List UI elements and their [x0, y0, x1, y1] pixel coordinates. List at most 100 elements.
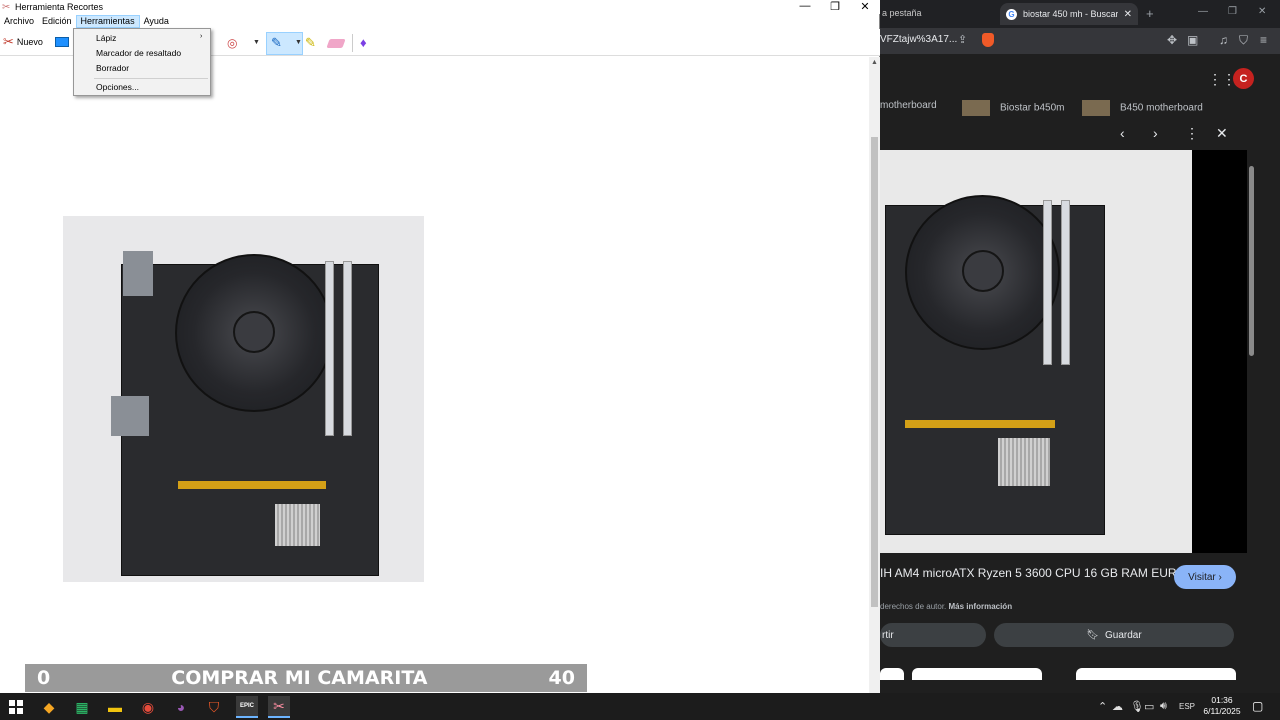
next-image-icon[interactable]: ›	[1153, 125, 1158, 141]
related-card[interactable]	[880, 668, 904, 680]
menu-item-lapiz[interactable]: Lápiz	[96, 33, 116, 43]
chip-label: Biostar b450m	[1000, 102, 1065, 114]
copilot-icon[interactable]: ◆	[38, 696, 60, 718]
save-label: Guardar	[1105, 629, 1142, 641]
menu-icon[interactable]: ≡	[1260, 33, 1267, 47]
browser-tab-previous[interactable]: a pestaña	[882, 8, 922, 18]
scrollbar-thumb[interactable]	[871, 137, 878, 607]
discord-icon[interactable]: ◕	[170, 696, 192, 718]
more-info-link[interactable]: Más información	[949, 602, 1013, 611]
app-icon[interactable]: ◉	[137, 696, 159, 718]
epic-games-icon[interactable]: EPIC	[236, 696, 258, 718]
copyright-notice: derechos de autor. Más información	[880, 602, 1012, 611]
windows-start-icon[interactable]	[9, 700, 23, 714]
menu-divider	[94, 78, 208, 79]
copyright-text: derechos de autor.	[880, 602, 947, 611]
file-explorer-icon[interactable]: ▬	[104, 696, 126, 718]
account-avatar[interactable]: C	[1233, 68, 1254, 89]
related-card[interactable]	[1076, 668, 1236, 680]
visit-button[interactable]: Visitar ›	[1174, 565, 1236, 589]
clock[interactable]: 01:36 6/11/2025	[1200, 695, 1244, 717]
volume-icon[interactable]: 🔊︎	[1160, 700, 1167, 713]
snipping-tool-taskbar-icon[interactable]: ✂	[268, 696, 290, 718]
related-card[interactable]	[912, 668, 1042, 680]
share-button[interactable]: rtir	[880, 623, 986, 647]
network-icon[interactable]: ▭	[1144, 700, 1154, 713]
visit-label: Visitar	[1188, 571, 1216, 583]
scissors-icon: ✂	[2, 2, 11, 13]
microphone-icon[interactable]: 🎙︎	[1130, 700, 1144, 713]
preview-image[interactable]	[880, 150, 1192, 553]
eraser-icon[interactable]	[326, 39, 346, 48]
google-icon: G	[1006, 8, 1017, 20]
previous-image-icon[interactable]: ‹	[1120, 125, 1125, 141]
preview-backdrop	[1192, 150, 1247, 553]
minimize-button[interactable]: —	[790, 0, 820, 14]
chip-thumbnail	[1082, 100, 1110, 116]
banner-left-number: 0	[37, 667, 51, 689]
vertical-scrollbar[interactable]: ▲	[869, 57, 880, 693]
taskbar: ◆ ▦ ▬ ◉ ◕ ⛉ EPIC ✂ ⌃ ☁ 🎙︎ ▭ 🔊︎	[0, 693, 1280, 720]
restore-button[interactable]: ❐	[820, 0, 850, 14]
more-options-icon[interactable]: ⋮	[1185, 125, 1199, 142]
menu-item-marcador[interactable]: Marcador de resaltado	[96, 48, 181, 58]
related-chip-3[interactable]: B450 motherboard	[1082, 100, 1207, 118]
address-bar[interactable]: VFZtajw%3A17...	[880, 34, 957, 45]
menu-archivo[interactable]: Archivo	[0, 15, 38, 28]
bookmark-icon: 🔖︎	[1086, 629, 1099, 641]
browser-tab-active[interactable]: G biostar 450 mh - Buscar c ✕	[1000, 3, 1138, 25]
clock-time: 01:36	[1211, 695, 1233, 705]
close-tab-icon[interactable]: ✕	[1124, 9, 1132, 20]
preview-scrollbar[interactable]	[1249, 126, 1254, 676]
share-label: rtir	[882, 629, 894, 641]
related-chip-2[interactable]: Biostar b450m	[962, 100, 1070, 118]
result-title[interactable]: IH AM4 microATX Ryzen 5 3600 CPU 16 GB R…	[880, 566, 1177, 580]
highlighter-icon[interactable]: ✎	[305, 35, 316, 51]
banner-text: COMPRAR MI CAMARITA	[171, 667, 428, 689]
pen-dropdown-icon[interactable]: ▼	[295, 39, 302, 46]
send-snip-icon[interactable]: ◎	[227, 36, 237, 50]
new-tab-icon[interactable]: +	[1146, 6, 1154, 21]
store-icon[interactable]: ▦	[71, 696, 93, 718]
browser-close-icon[interactable]: ✕	[1258, 6, 1266, 17]
brave-browser-icon[interactable]: ⛉	[203, 696, 225, 718]
captured-motherboard-image	[63, 216, 424, 582]
share-icon[interactable]: ⇪	[958, 33, 967, 46]
language-indicator[interactable]: ESP	[1179, 702, 1195, 711]
extensions-icon[interactable]: ✥	[1167, 33, 1177, 47]
show-hidden-icons-icon[interactable]: ⌃	[1098, 700, 1107, 713]
chip-thumbnail	[962, 100, 990, 116]
submenu-arrow-icon: ›	[200, 33, 203, 40]
chip-label: B450 motherboard	[1120, 102, 1203, 114]
scroll-up-icon[interactable]: ▲	[871, 59, 878, 66]
browser-tab-title: biostar 450 mh - Buscar c	[1023, 9, 1118, 19]
herramientas-dropdown: Lápiz › Marcador de resaltado Borrador O…	[73, 28, 211, 96]
new-snip-icon: ✂	[3, 34, 14, 49]
brave-shield-icon[interactable]	[982, 33, 994, 47]
browser-restore-icon[interactable]: ❐	[1228, 6, 1237, 17]
menu-ayuda[interactable]: Ayuda	[140, 15, 173, 28]
close-preview-icon[interactable]: ✕	[1216, 125, 1228, 142]
menu-edicion[interactable]: Edición	[38, 15, 76, 28]
music-icon[interactable]: ♫	[1219, 33, 1228, 47]
menu-item-opciones[interactable]: Opciones...	[96, 82, 139, 92]
clock-date: 6/11/2025	[1203, 706, 1241, 716]
sidebar-icon[interactable]: ▣	[1187, 33, 1198, 47]
new-snip-button[interactable]: ✂ Nuevo	[3, 34, 43, 50]
save-button[interactable]: 🔖︎ Guardar	[994, 623, 1234, 647]
related-chip-1[interactable]: motherboard	[880, 100, 950, 118]
vpn-shield-icon[interactable]: ⛉	[1239, 33, 1248, 48]
snipping-tool-window: ✂ Herramienta Recortes — ❐ ✕ Archivo Edi…	[0, 0, 880, 693]
close-button[interactable]: ✕	[850, 0, 880, 14]
paint-3d-icon[interactable]: ♦	[360, 35, 367, 50]
browser-minimize-icon[interactable]: —	[1198, 6, 1208, 17]
title-bar: ✂ Herramienta Recortes — ❐ ✕	[0, 0, 880, 14]
snip-mode-icon[interactable]	[55, 37, 69, 47]
notifications-icon[interactable]: ▢	[1252, 699, 1263, 713]
menu-item-borrador[interactable]: Borrador	[96, 63, 129, 73]
send-dropdown-icon[interactable]: ▼	[253, 39, 260, 46]
banner-right-number: 40	[548, 667, 575, 689]
menu-herramientas[interactable]: Herramientas	[75, 15, 140, 28]
new-snip-label: Nuevo	[16, 37, 43, 47]
onedrive-icon[interactable]: ☁	[1112, 700, 1123, 713]
